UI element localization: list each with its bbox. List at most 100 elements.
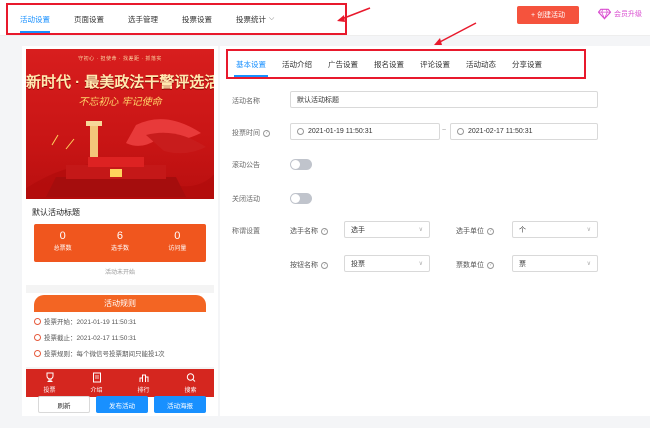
clock-icon (34, 349, 41, 357)
activity-title: 默认活动标题 (26, 199, 214, 223)
stat-total-votes: 0 总票数 (34, 224, 91, 262)
tab-comment-settings[interactable]: 评论设置 (412, 51, 458, 77)
bottom-nav-label: 搜索 (184, 388, 197, 394)
settings-tabs: 基本设置 活动介绍 广告设置 报名设置 评论设置 活动动态 分享设置 (226, 49, 586, 79)
rules-title: 活动规则 (34, 295, 206, 312)
button-name-select[interactable]: 投票 ∨ (344, 255, 430, 272)
tab-label: 活动设置 (20, 14, 50, 24)
chevron-down-icon: ∨ (418, 261, 423, 267)
tab-label: 广告设置 (328, 59, 358, 69)
ranking-icon (139, 374, 148, 382)
trophy-icon (46, 372, 53, 382)
phone-preview: 守初心 · 担使命 · 找差距 · 抓落实 新时代 · 最美政法干警评选活动 不… (26, 49, 214, 397)
preview-actions: 刷新 发布活动 活动海报 (38, 396, 206, 413)
tab-label: 基本设置 (236, 59, 266, 69)
activity-poster-button[interactable]: 活动海报 (154, 396, 206, 413)
help-icon[interactable]: ? (321, 227, 328, 235)
input-value: 2021-01-19 11:50:31 (308, 128, 373, 135)
stat-label: 总票数 (53, 246, 72, 252)
tab-vote-settings[interactable]: 投票设置 (170, 5, 224, 33)
refresh-label: 刷新 (57, 402, 71, 410)
player-unit-select[interactable]: 个 ∨ (512, 221, 598, 238)
tab-activity-settings[interactable]: 活动设置 (8, 5, 62, 33)
rule-text: 投票截止：2021-02-17 11:50:31 (44, 335, 137, 342)
tab-vote-statistics[interactable]: 投票统计 ⌵ (224, 5, 286, 33)
player-name-select[interactable]: 选手 ∨ (344, 221, 430, 238)
tab-label: 页面设置 (74, 14, 104, 24)
label-text: 关闭活动 (232, 196, 260, 203)
vote-end-time-input[interactable]: 2021-02-17 11:50:31 (450, 123, 598, 140)
tab-basic-settings[interactable]: 基本设置 (228, 51, 274, 77)
bottom-nav-vote[interactable]: 投票 (26, 369, 73, 397)
button-name-label: 按钮名称? (290, 260, 328, 270)
select-value: 票 (519, 260, 526, 268)
tab-activity-feed[interactable]: 活动动态 (458, 51, 504, 77)
banner-title: 新时代 · 最美政法干警评选活动 (26, 74, 214, 91)
stats-bar: 0 总票数 6 选手数 0 访问量 (34, 224, 206, 262)
bottom-nav-label: 投票 (43, 388, 56, 394)
publish-activity-button[interactable]: 发布活动 (96, 396, 148, 413)
refresh-button[interactable]: 刷新 (38, 396, 90, 413)
banner-illustration (26, 119, 214, 199)
vip-upgrade-link[interactable]: 会员升级 (598, 8, 642, 20)
help-icon[interactable]: ? (263, 129, 270, 137)
tab-ad-settings[interactable]: 广告设置 (320, 51, 366, 77)
bottom-nav-intro[interactable]: 介绍 (73, 369, 120, 397)
tab-page-settings[interactable]: 页面设置 (62, 5, 116, 33)
tab-label: 评论设置 (420, 59, 450, 69)
bottom-nav-label: 介绍 (90, 388, 103, 394)
clock-icon (457, 128, 464, 135)
vote-time-label: 投票时间? (232, 128, 270, 138)
activity-name-input[interactable]: 默认活动标题 (290, 91, 598, 108)
bottom-nav-ranking[interactable]: 排行 (120, 369, 167, 397)
tab-player-management[interactable]: 选手管理 (116, 5, 170, 33)
vip-label: 会员升级 (614, 11, 642, 18)
stats-wrapper: 0 总票数 6 选手数 0 访问量 (26, 223, 214, 262)
help-icon[interactable]: ? (321, 261, 328, 269)
vote-unit-select[interactable]: 票 ∨ (512, 255, 598, 272)
input-value: 2021-02-17 11:50:31 (468, 128, 533, 135)
publish-label: 发布活动 (109, 402, 135, 410)
activity-name-label: 活动名称 (232, 96, 260, 106)
label-text: 活动名称 (232, 98, 260, 105)
bottom-nav-search[interactable]: 搜索 (167, 369, 214, 397)
tab-share-settings[interactable]: 分享设置 (504, 51, 550, 77)
create-activity-button[interactable]: + 创建活动 (517, 6, 579, 24)
label-text: 选手单位 (456, 228, 484, 235)
rule-text: 投票开始：2021-01-19 11:50:31 (44, 319, 137, 326)
stat-label: 访问量 (168, 246, 187, 252)
tab-label: 投票设置 (182, 14, 212, 24)
close-activity-toggle[interactable] (290, 193, 312, 204)
help-icon[interactable]: ? (487, 227, 494, 235)
label-text: 选手名称 (290, 228, 318, 235)
stat-label: 选手数 (110, 246, 129, 252)
help-icon[interactable]: ? (487, 261, 494, 269)
label-text: 按钮名称 (290, 262, 318, 269)
preview-bottom-nav: 投票 介绍 排行 搜索 (26, 369, 214, 397)
tab-label: 活动动态 (466, 59, 496, 69)
rule-item: 投票截止：2021-02-17 11:50:31 (34, 332, 206, 342)
time-separator: ~ (442, 127, 447, 134)
top-nav: 活动设置 页面设置 选手管理 投票设置 投票统计 ⌵ (6, 3, 347, 35)
stat-value: 6 (116, 230, 124, 242)
vote-start-time-input[interactable]: 2021-01-19 11:50:31 (290, 123, 440, 140)
rule-item: 投票规则：每个微信号投票期间只能投1次 (34, 348, 206, 358)
label-text: 称谓设置 (232, 228, 260, 235)
document-icon (92, 372, 101, 383)
input-value: 默认活动标题 (297, 96, 339, 104)
top-bar: 活动设置 页面设置 选手管理 投票设置 投票统计 ⌵ + 创建活动 会员升级 (0, 0, 650, 36)
clock-icon (34, 317, 41, 325)
poster-label: 活动海报 (167, 402, 193, 410)
search-icon (186, 373, 195, 382)
naming-settings-label: 称谓设置 (232, 226, 260, 236)
stat-value: 0 (174, 230, 181, 242)
chevron-down-icon: ⌵ (269, 15, 275, 22)
tab-activity-intro[interactable]: 活动介绍 (274, 51, 320, 77)
scroll-notice-toggle[interactable] (290, 159, 312, 170)
tab-signup-settings[interactable]: 报名设置 (366, 51, 412, 77)
banner-slogan: 守初心 · 担使命 · 找差距 · 抓落实 (78, 56, 162, 62)
tab-label: 分享设置 (512, 59, 542, 69)
label-text: 投票时间 (232, 130, 260, 137)
chevron-down-icon: ∨ (586, 261, 591, 267)
label-text: 票数单位 (456, 262, 484, 269)
